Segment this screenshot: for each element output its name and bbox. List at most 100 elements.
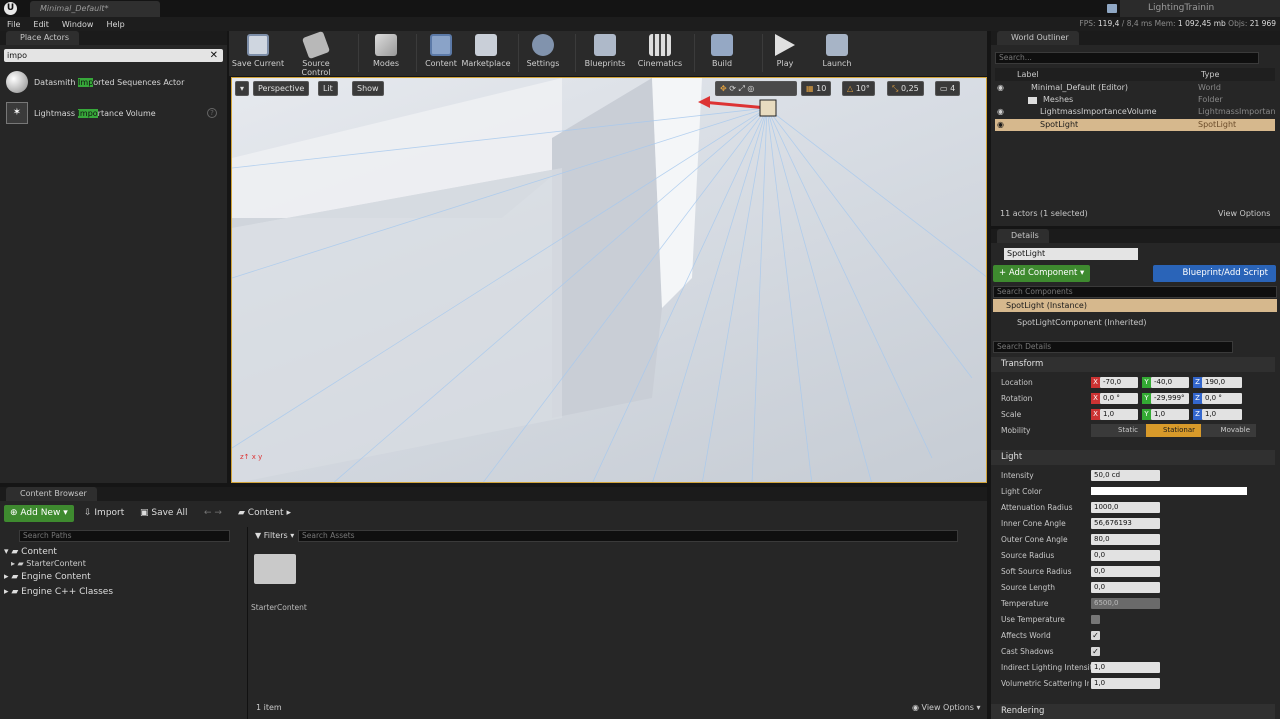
save-all-button[interactable]: ▣ Save All	[140, 508, 188, 518]
scale-snap-button[interactable]: ⤡ 0,25	[887, 81, 924, 96]
menu-edit[interactable]: Edit	[33, 20, 49, 29]
actor-item-lightmass[interactable]: ✶ Lightmass Importance Volume ?	[6, 101, 221, 125]
help-icon[interactable]: ?	[207, 108, 217, 118]
rotation-x-input[interactable]: 0,0 °	[1100, 393, 1138, 404]
source-length-input[interactable]: 0,0	[1091, 582, 1160, 593]
actor-name-input[interactable]: SpotLight	[1004, 248, 1138, 260]
add-new-button[interactable]: ⊕ Add New ▾	[4, 505, 74, 522]
save-current-button[interactable]: Save Current	[230, 34, 286, 68]
use-temperature-checkbox[interactable]	[1091, 615, 1100, 624]
light-color-swatch[interactable]	[1091, 487, 1247, 495]
content-browser-tab[interactable]: Content Browser	[6, 487, 97, 501]
marketplace-button[interactable]: Marketplace	[458, 34, 514, 68]
tree-item-startercontent[interactable]: ▸ ▰ StarterContent	[11, 559, 86, 568]
place-actors-search-input[interactable]: impo ✕	[4, 49, 223, 62]
fps-value: 119,4	[1097, 19, 1120, 28]
build-button[interactable]: Build	[694, 34, 750, 68]
col-label[interactable]: Label	[1017, 68, 1039, 81]
launch-button[interactable]: Launch	[809, 34, 865, 68]
cinematics-clapper-icon	[649, 34, 671, 56]
volumetric-scattering-input[interactable]: 1,0	[1091, 678, 1160, 689]
rotation-y-input[interactable]: -29,999°	[1151, 393, 1189, 404]
affects-world-checkbox[interactable]: ✓	[1091, 631, 1100, 640]
col-type[interactable]: Type	[1201, 68, 1219, 81]
soft-source-radius-input[interactable]: 0,0	[1091, 566, 1160, 577]
visibility-eye-icon[interactable]: ◉	[997, 106, 1004, 118]
source-radius-input[interactable]: 0,0	[1091, 550, 1160, 561]
light-section[interactable]: Light	[991, 450, 1275, 465]
inner-cone-input[interactable]: 56,676193	[1091, 518, 1160, 529]
folder-icon[interactable]	[254, 554, 296, 584]
viewport-options-button[interactable]: ▾	[235, 81, 249, 96]
attenuation-input[interactable]: 1000,0	[1091, 502, 1160, 513]
clear-search-icon[interactable]: ✕	[210, 49, 218, 62]
tree-item-engine-cpp[interactable]: ▸ ▰ Engine C++ Classes	[4, 587, 113, 597]
document-tab[interactable]: Minimal_Default*	[30, 1, 160, 17]
scale-x-input[interactable]: 1,0	[1100, 409, 1138, 420]
cast-shadows-checkbox[interactable]: ✓	[1091, 647, 1100, 656]
actor-item-datasmith[interactable]: Datasmith Imported Sequences Actor	[6, 70, 221, 94]
place-actors-tab[interactable]: Place Actors	[6, 31, 80, 45]
content-view-options[interactable]: ◉ View Options ▾	[912, 703, 981, 712]
camera-speed-button[interactable]: ▭ 4	[935, 81, 961, 96]
tree-item-engine-content[interactable]: ▸ ▰ Engine Content	[4, 572, 91, 582]
mobility-stationary-button[interactable]: Stationar	[1146, 424, 1201, 437]
grid-snap-button[interactable]: ▦ 10	[801, 81, 832, 96]
rotation-label[interactable]: Rotation	[1001, 394, 1032, 403]
world-outliner-tab[interactable]: World Outliner	[997, 31, 1079, 45]
scale-y-input[interactable]: 1,0	[1151, 409, 1189, 420]
content-path-breadcrumb[interactable]: ▰ Content ▸	[238, 508, 291, 518]
blueprint-add-script-button[interactable]: Blueprint/Add Script	[1153, 265, 1276, 282]
play-button[interactable]: Play	[757, 34, 813, 68]
search-details-input[interactable]: Search Details	[993, 341, 1233, 353]
outliner-row-selected[interactable]: ◉ SpotLight SpotLight	[995, 119, 1275, 131]
rotation-z-input[interactable]: 0,0 °	[1202, 393, 1242, 404]
location-label[interactable]: Location	[1001, 378, 1033, 387]
import-button[interactable]: ⇩ Import	[84, 508, 124, 518]
mobility-static-button[interactable]: Static	[1091, 424, 1146, 437]
visibility-eye-icon[interactable]: ◉	[997, 119, 1004, 131]
menu-file[interactable]: File	[7, 20, 20, 29]
transform-tools[interactable]: ✥ ⟳ ⤢ ◎	[715, 81, 797, 96]
indirect-lighting-input[interactable]: 1,0	[1091, 662, 1160, 673]
cinematics-button[interactable]: Cinematics	[632, 34, 688, 68]
modes-button[interactable]: Modes	[358, 34, 414, 68]
component-row[interactable]: SpotLightComponent (Inherited)	[1017, 318, 1146, 327]
source-control-button[interactable]: Source Control	[288, 30, 344, 77]
perspective-button[interactable]: Perspective	[253, 81, 310, 96]
details-tab[interactable]: Details	[997, 229, 1049, 243]
angle-snap-button[interactable]: △ 10°	[842, 81, 875, 96]
scale-label[interactable]: Scale	[1001, 410, 1021, 419]
search-assets-input[interactable]: Search Assets	[298, 530, 958, 542]
search-paths-input[interactable]: Search Paths	[19, 530, 230, 542]
rendering-section[interactable]: Rendering	[991, 704, 1275, 719]
show-button[interactable]: Show	[352, 81, 384, 96]
visibility-eye-icon[interactable]: ◉	[997, 82, 1004, 94]
outer-cone-input[interactable]: 80,0	[1091, 534, 1160, 545]
asset-label[interactable]: StarterContent	[251, 603, 307, 612]
outliner-row[interactable]: ◉ LightmassImportanceVolume LightmassImpor…	[995, 106, 1275, 118]
search-components-input[interactable]: Search Components	[993, 286, 1277, 298]
outliner-row[interactable]: Meshes Folder	[995, 94, 1275, 106]
location-x-input[interactable]: -70,0	[1100, 377, 1138, 388]
transform-section[interactable]: Transform	[991, 357, 1275, 372]
location-z-input[interactable]: 190,0	[1202, 377, 1242, 388]
location-y-input[interactable]: -40,0	[1151, 377, 1189, 388]
add-component-button[interactable]: + Add Component ▾	[993, 265, 1090, 282]
menu-window[interactable]: Window	[62, 20, 94, 29]
filters-button[interactable]: ▼ Filters ▾	[255, 531, 294, 540]
tree-item-content[interactable]: ▾ ▰ Content	[4, 547, 57, 557]
blueprints-button[interactable]: Blueprints	[577, 34, 633, 68]
mobility-movable-button[interactable]: Movable	[1201, 424, 1256, 437]
level-viewport[interactable]: z↑ x y	[231, 77, 987, 483]
menu-help[interactable]: Help	[106, 20, 124, 29]
history-arrows[interactable]: ← →	[204, 508, 222, 518]
scale-z-input[interactable]: 1,0	[1202, 409, 1242, 420]
lit-button[interactable]: Lit	[318, 81, 338, 96]
outliner-view-options[interactable]: View Options	[1218, 209, 1270, 218]
outliner-search-input[interactable]: Search...	[995, 52, 1259, 64]
intensity-input[interactable]: 50,0 cd	[1091, 470, 1160, 481]
outliner-row[interactable]: ◉ Minimal_Default (Editor) World	[995, 82, 1275, 94]
settings-button[interactable]: Settings	[515, 34, 571, 68]
component-instance-row[interactable]: SpotLight (Instance)	[993, 299, 1277, 312]
